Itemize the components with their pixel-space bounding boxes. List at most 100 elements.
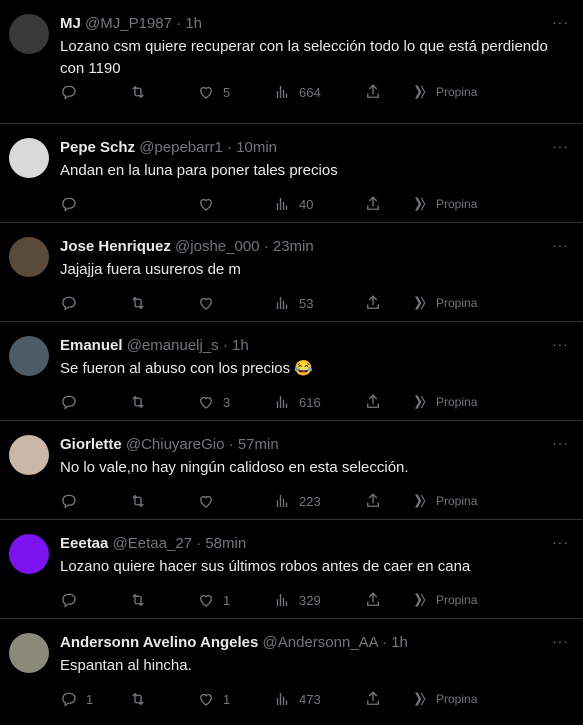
views-button[interactable]: 616 [273,393,321,411]
views-button[interactable]: 664 [273,83,321,101]
like-button[interactable]: 1 [197,690,243,708]
timestamp[interactable]: 10min [236,139,277,156]
tip-icon [414,85,426,99]
timestamp[interactable]: 23min [273,238,314,255]
view-count: 664 [299,84,321,100]
avatar[interactable] [9,336,49,376]
author-name[interactable]: Jose Henriquez [60,238,171,255]
author-name[interactable]: Giorlette [60,436,122,453]
reply-button[interactable] [60,195,106,213]
reply-button[interactable]: 1 [60,690,106,708]
author-handle[interactable]: @ChiuyareGio [126,436,225,453]
avatar[interactable] [9,633,49,673]
author-name[interactable]: MJ [60,15,81,32]
tip-button[interactable]: Propina [412,84,477,100]
share-button[interactable] [364,492,382,510]
view-count: 223 [299,493,321,509]
tip-button[interactable]: Propina [412,295,477,311]
retweet-button[interactable] [129,393,175,411]
views-button[interactable]: 473 [273,690,321,708]
like-button[interactable]: 5 [197,83,243,101]
reply-button[interactable] [60,393,106,411]
views-button[interactable]: 40 [273,195,319,213]
avatar[interactable] [9,534,49,574]
tip-label: Propina [436,494,478,508]
tweet[interactable]: Andersonn Avelino Angeles @Andersonn_AA … [0,619,583,725]
author-name[interactable]: Andersonn Avelino Angeles [60,634,258,651]
tip-button[interactable]: Propina [412,592,477,608]
view-count: 329 [299,592,321,608]
retweet-button[interactable] [129,690,175,708]
retweet-icon [132,692,144,706]
more-options-icon[interactable]: ··· [552,237,569,253]
more-options-icon[interactable]: ··· [552,534,569,550]
avatar[interactable] [9,237,49,277]
more-options-icon[interactable]: ··· [552,435,569,451]
avatar[interactable] [9,138,49,178]
like-button[interactable] [197,195,243,213]
tip-button[interactable]: Propina [412,196,477,212]
separator-dot: · [196,535,202,552]
tip-button[interactable]: Propina [412,691,477,707]
author-handle[interactable]: @emanuelj_s [127,337,219,354]
reply-button[interactable] [60,591,106,609]
author-handle[interactable]: @Andersonn_AA [263,634,378,651]
author-name[interactable]: Emanuel [60,337,123,354]
tweet[interactable]: Eeetaa @Eetaa_27 · 58min Lozano quiere h… [0,520,583,619]
views-button[interactable]: 53 [273,294,319,312]
share-button[interactable] [364,294,382,312]
tip-button[interactable]: Propina [412,394,477,410]
tip-label: Propina [436,395,478,409]
reply-icon [62,692,76,707]
retweet-button[interactable] [129,492,175,510]
reply-button[interactable] [60,83,106,101]
timestamp[interactable]: 58min [205,535,246,552]
author-handle[interactable]: @Eetaa_27 [113,535,192,552]
timestamp[interactable]: 1h [185,15,202,32]
tweet[interactable]: Emanuel @emanuelj_s · 1h Se fueron al ab… [0,322,583,421]
reply-button[interactable] [60,294,106,312]
more-options-icon[interactable]: ··· [552,336,569,352]
more-options-icon[interactable]: ··· [552,138,569,154]
share-button[interactable] [364,393,382,411]
tip-button[interactable]: Propina [412,493,477,509]
timestamp[interactable]: 1h [391,634,408,651]
tweet[interactable]: Giorlette @ChiuyareGio · 57min No lo val… [0,421,583,520]
like-button[interactable] [197,294,243,312]
views-button[interactable]: 329 [273,591,321,609]
like-button[interactable]: 1 [197,591,243,609]
views-icon [276,495,288,507]
retweet-button[interactable] [129,591,175,609]
heart-icon [200,495,212,508]
share-button[interactable] [364,690,382,708]
avatar[interactable] [9,14,49,54]
reply-button[interactable] [60,492,106,510]
more-options-icon[interactable]: ··· [552,633,569,649]
views-icon [276,396,288,408]
share-button[interactable] [364,83,382,101]
timestamp[interactable]: 57min [238,436,279,453]
share-button[interactable] [364,591,382,609]
retweet-button[interactable] [129,294,175,312]
share-button[interactable] [364,195,382,213]
timestamp[interactable]: 1h [232,337,249,354]
heart-icon [200,198,212,211]
more-options-icon[interactable]: ··· [552,14,569,30]
author-handle[interactable]: @joshe_000 [175,238,259,255]
tweet[interactable]: Jose Henriquez @joshe_000 · 23min Jajajj… [0,223,583,322]
views-button[interactable]: 223 [273,492,321,510]
like-button[interactable]: 3 [197,393,243,411]
avatar[interactable] [9,435,49,475]
tweet[interactable]: MJ @MJ_P1987 · 1h Lozano csm quiere recu… [0,0,583,124]
retweet-button[interactable] [129,83,175,101]
share-icon [367,493,379,507]
author-name[interactable]: Pepe Schz [60,139,135,156]
like-button[interactable] [197,492,243,510]
share-icon [367,196,379,210]
author-handle[interactable]: @MJ_P1987 [85,15,172,32]
tweet[interactable]: Pepe Schz @pepebarr1 · 10min Andan en la… [0,124,583,223]
author-handle[interactable]: @pepebarr1 [139,139,223,156]
tweet-text: Espantan al hincha. [60,657,192,674]
author-name[interactable]: Eeetaa [60,535,108,552]
tweet-text: Andan en la luna para poner tales precio… [60,162,338,179]
